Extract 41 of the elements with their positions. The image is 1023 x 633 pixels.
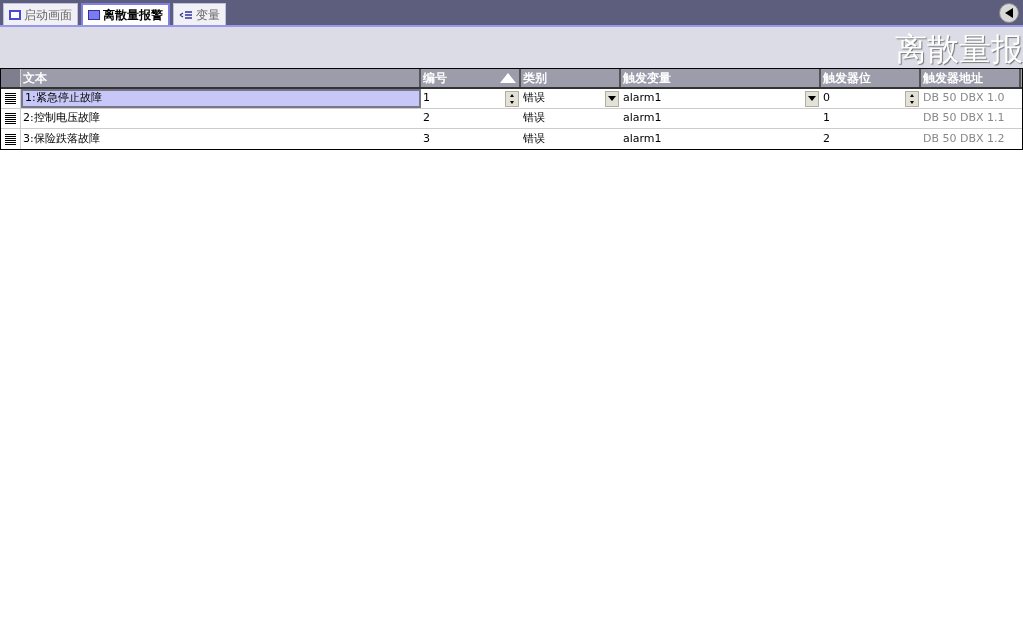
dropdown-button[interactable] bbox=[605, 90, 619, 107]
page-title: 离散量报 bbox=[895, 30, 1023, 68]
column-header[interactable]: 触发器位 bbox=[821, 69, 921, 87]
table-cell-text: DB 50 DBX 1.2 bbox=[922, 130, 1006, 147]
table-cell-text: DB 50 DBX 1.0 bbox=[922, 90, 1006, 107]
sort-ascending-icon bbox=[500, 73, 516, 83]
table-cell-text: 2 bbox=[422, 110, 431, 127]
table-cell-text: 3 bbox=[422, 130, 431, 147]
table-cell-text: 错误 bbox=[522, 130, 546, 147]
column-header[interactable]: 触发器地址 bbox=[921, 69, 1021, 87]
table-cell-text: DB 50 DBX 1.1 bbox=[922, 110, 1006, 127]
table-cell-text: 2:控制电压故障 bbox=[22, 110, 101, 127]
table-cell: 0 bbox=[821, 89, 921, 108]
tab[interactable]: 离散量报警 bbox=[81, 3, 170, 25]
column-header[interactable]: 类别 bbox=[521, 69, 621, 87]
table-cell-text: alarm1 bbox=[622, 110, 663, 127]
table-cell-text: alarm1 bbox=[622, 130, 663, 147]
table-cell: 错误 bbox=[521, 89, 621, 108]
alarm-icon bbox=[88, 10, 100, 20]
table-cell-text: 3:保险跌落故障 bbox=[22, 130, 101, 147]
back-arrow-icon bbox=[1004, 8, 1014, 18]
tab[interactable]: 启动画面 bbox=[3, 3, 78, 25]
back-button[interactable] bbox=[999, 3, 1019, 23]
table-cell-text: 错误 bbox=[522, 110, 546, 127]
row-header-corner bbox=[1, 69, 21, 87]
caret-icon bbox=[808, 96, 816, 101]
column-header[interactable]: 触发变量 bbox=[621, 69, 821, 87]
caret-icon bbox=[608, 96, 616, 101]
table-cell-text: 1 bbox=[822, 110, 831, 127]
table-cell: 1 bbox=[421, 89, 521, 108]
dropdown-button[interactable] bbox=[805, 90, 819, 107]
list-icon bbox=[179, 9, 193, 20]
table-cell: 1:紧急停止故障 bbox=[21, 89, 421, 108]
column-header[interactable]: 编号 bbox=[421, 69, 521, 87]
spin-buttons[interactable] bbox=[905, 90, 919, 107]
table-cell: alarm1 bbox=[621, 89, 821, 108]
tab[interactable]: 变量 bbox=[173, 3, 226, 25]
column-header[interactable]: 文本 bbox=[21, 69, 421, 87]
table-cell-text: 2 bbox=[822, 130, 831, 147]
spin-buttons[interactable] bbox=[505, 90, 519, 107]
screen-icon bbox=[9, 9, 21, 20]
